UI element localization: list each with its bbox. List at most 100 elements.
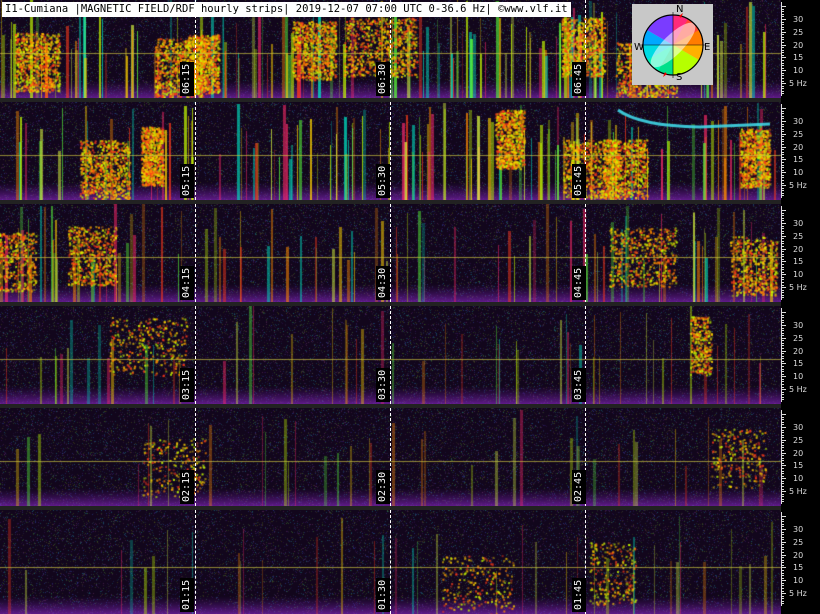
scale-tick <box>781 471 784 472</box>
scale-tick <box>781 340 784 341</box>
scale-tick <box>781 555 786 556</box>
scale-tick <box>781 172 786 173</box>
scale-tick <box>781 111 784 112</box>
scale-tick <box>781 583 784 584</box>
scale-tick-label: 25 <box>793 334 804 343</box>
scale-tick <box>781 32 786 33</box>
scale-tick <box>781 124 784 125</box>
scale-tick <box>781 228 784 229</box>
scale-tick <box>781 440 786 441</box>
scale-tick <box>781 496 784 497</box>
scale-tick <box>781 463 784 464</box>
scale-tick <box>781 236 786 237</box>
scale-tick <box>781 585 784 586</box>
color-wheel-icon <box>640 12 706 78</box>
scale-tick <box>781 532 784 533</box>
scale-tick-label: 15 <box>793 359 804 368</box>
scale-tick <box>781 549 784 550</box>
scale-tick <box>781 86 784 87</box>
scale-tick <box>781 34 784 35</box>
time-label: 05:15 <box>180 164 194 198</box>
time-label: 06:45 <box>572 62 586 96</box>
scale-tick-label: 25 <box>793 130 804 139</box>
scale-tick <box>781 75 784 76</box>
scale-tick <box>781 483 784 484</box>
scale-tick-label: 30 <box>793 525 804 534</box>
scale-tick <box>781 565 784 566</box>
scale-tick-label: 30 <box>793 321 804 330</box>
scale-tick <box>781 24 784 25</box>
frequency-scale-block: 30 25 20 15 10 5 Hz <box>781 102 820 200</box>
scale-tick <box>781 152 784 153</box>
scale-tick <box>781 19 786 20</box>
scale-tick <box>781 11 784 12</box>
scale-tick-label: 10 <box>793 270 804 279</box>
scale-tick <box>781 243 784 244</box>
scale-tick <box>781 374 784 375</box>
scale-tick <box>781 521 784 522</box>
scale-tick <box>781 494 784 495</box>
scale-tick <box>781 458 784 459</box>
time-label: 02:45 <box>572 470 586 504</box>
spectrogram-strip: 03:15 03:30 03:45 <box>0 306 781 404</box>
scale-tick <box>781 529 786 530</box>
scale-tick <box>781 537 784 538</box>
scale-tick <box>781 118 784 119</box>
scale-tick <box>781 473 784 474</box>
scale-tick <box>781 183 784 184</box>
scale-tick <box>781 279 784 280</box>
scale-tick <box>781 134 786 135</box>
scale-tick <box>781 37 784 38</box>
time-label: 03:15 <box>180 368 194 402</box>
scale-tick <box>781 60 784 61</box>
scale-tick <box>781 159 786 160</box>
scale-tick <box>781 259 784 260</box>
scale-tick-label: 15 <box>793 461 804 470</box>
scale-tick <box>781 366 784 367</box>
scale-tick <box>781 226 784 227</box>
scale-tick <box>781 190 784 191</box>
time-label: 02:30 <box>376 470 390 504</box>
scale-tick <box>781 552 784 553</box>
scale-tick-label: 25 <box>793 436 804 445</box>
scale-tick <box>781 108 786 109</box>
scale-tick <box>781 256 784 257</box>
scale-tick-label: 5 Hz <box>789 589 807 598</box>
scale-tick <box>781 427 786 428</box>
quarter-hour-marker <box>390 102 391 200</box>
scale-tick <box>781 476 784 477</box>
scale-tick <box>781 562 784 563</box>
scale-tick <box>781 534 784 535</box>
scale-tick <box>781 274 786 275</box>
frequency-scale-block: 30 25 20 15 10 5 Hz <box>781 204 820 302</box>
scale-tick <box>781 42 784 43</box>
scale-tick <box>781 147 786 148</box>
scale-tick <box>781 282 784 283</box>
scale-tick <box>781 175 784 176</box>
scale-tick <box>781 65 784 66</box>
scale-tick <box>781 93 784 94</box>
scale-tick <box>781 376 786 377</box>
scale-tick <box>781 320 784 321</box>
scale-tick <box>781 460 784 461</box>
scale-tick <box>781 519 784 520</box>
scale-tick <box>781 267 784 268</box>
scale-tick <box>781 442 784 443</box>
scale-tick <box>781 455 784 456</box>
time-label: 01:30 <box>376 578 390 612</box>
scale-tick <box>781 126 784 127</box>
scale-tick <box>781 238 784 239</box>
scale-tick <box>781 116 784 117</box>
scale-tick <box>781 369 784 370</box>
scale-tick <box>781 136 784 137</box>
scale-tick <box>781 177 784 178</box>
scale-tick <box>781 399 784 400</box>
scale-tick <box>781 542 786 543</box>
scale-tick <box>781 131 784 132</box>
compass-south-label: S <box>676 72 683 83</box>
scale-tick <box>781 162 784 163</box>
scale-tick <box>781 417 784 418</box>
scale-tick-label: 30 <box>793 117 804 126</box>
scale-tick <box>781 389 786 390</box>
scale-tick-label: 15 <box>793 155 804 164</box>
